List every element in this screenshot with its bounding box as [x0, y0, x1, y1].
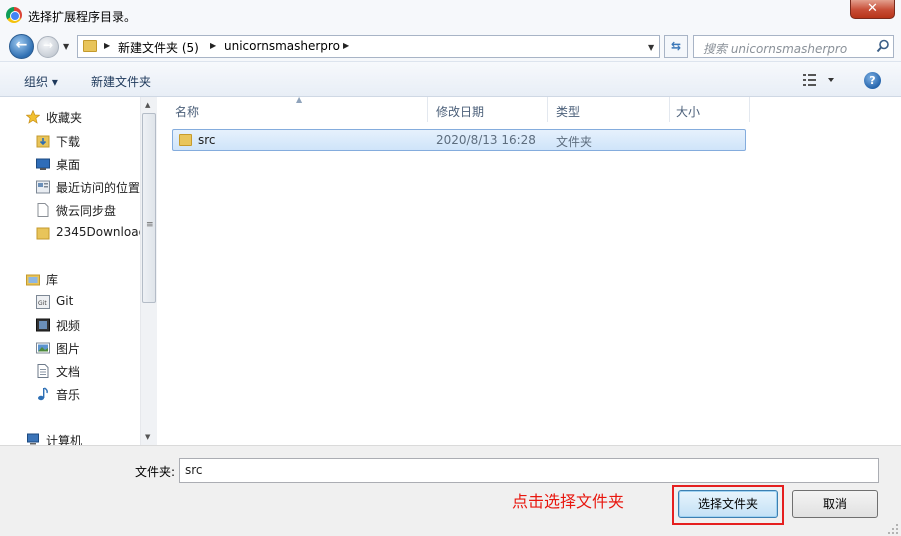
- nav-label: 音乐: [56, 388, 81, 402]
- search-input[interactable]: 搜索 unicornsmasherpro: [693, 35, 894, 58]
- nav-item-music[interactable]: 音乐: [36, 385, 140, 403]
- chrome-icon: [6, 7, 22, 23]
- command-bar: 组织 ▾ 新建文件夹 ?: [0, 61, 901, 97]
- back-arrow-icon: ←: [15, 37, 28, 53]
- nav-label: 收藏夹: [46, 111, 83, 125]
- chevron-right-icon[interactable]: ▶: [210, 41, 216, 50]
- breadcrumb-item[interactable]: unicornsmasherpro: [224, 39, 340, 53]
- cancel-button[interactable]: 取消: [792, 490, 878, 518]
- dialog-footer: 文件夹: src 点击选择文件夹 选择文件夹 取消: [0, 445, 901, 536]
- documents-library-icon: [37, 364, 49, 378]
- search-icon: [876, 39, 889, 53]
- new-folder-button[interactable]: 新建文件夹: [91, 73, 151, 90]
- recent-places-icon: [36, 180, 50, 194]
- document-icon: [37, 203, 49, 217]
- column-header-name[interactable]: 名称 ▲: [158, 95, 428, 122]
- chevron-right-icon[interactable]: ▶: [104, 41, 110, 50]
- nav-scrollbar[interactable]: ▲ ≡ ▼: [140, 97, 157, 445]
- column-label: 修改日期: [436, 105, 485, 119]
- star-icon: [26, 110, 40, 124]
- nav-label: 库: [46, 273, 59, 287]
- column-label: 名称: [175, 105, 200, 119]
- nav-label: 微云同步盘: [56, 204, 117, 218]
- download-folder-icon: [36, 135, 50, 148]
- help-icon[interactable]: ?: [864, 72, 881, 89]
- nav-favorites[interactable]: 收藏夹: [26, 108, 138, 126]
- search-placeholder: 搜索 unicornsmasherpro: [703, 42, 848, 56]
- nav-label: 桌面: [56, 158, 81, 172]
- file-type: 文件夹: [556, 135, 593, 149]
- file-list: 名称 ▲ 修改日期 类型 大小 src 2020/8/13 16:28 文件夹: [158, 95, 901, 445]
- nav-item-pictures[interactable]: 图片: [36, 339, 140, 357]
- folder-icon: [36, 227, 50, 240]
- view-options-icon[interactable]: [802, 71, 838, 89]
- nav-item-weiyun[interactable]: 微云同步盘: [36, 201, 140, 219]
- address-bar[interactable]: ▶ 新建文件夹 (5) ▶ unicornsmasherpro ▶ ▼: [77, 35, 660, 58]
- forward-button[interactable]: →: [37, 36, 59, 58]
- table-row[interactable]: src 2020/8/13 16:28 文件夹: [172, 129, 746, 151]
- library-icon: [26, 274, 40, 286]
- address-row: ← → ▼ ▶ 新建文件夹 (5) ▶ unicornsmasherpro ▶ …: [0, 31, 901, 61]
- nav-label: Git: [56, 294, 74, 308]
- nav-label: 2345Downloads: [56, 225, 140, 239]
- svg-text:Git: Git: [38, 300, 47, 307]
- nav-item-recent[interactable]: 最近访问的位置: [36, 178, 140, 196]
- refresh-icon: ⇆: [670, 39, 682, 53]
- close-button[interactable]: ✕: [850, 0, 895, 19]
- scroll-down-arrow-icon[interactable]: ▼: [145, 433, 150, 441]
- organize-menu[interactable]: 组织 ▾: [24, 73, 58, 90]
- folder-icon: [179, 134, 192, 146]
- music-library-icon: [38, 387, 48, 401]
- nav-item-documents[interactable]: 文档: [36, 362, 140, 380]
- folder-field-label: 文件夹:: [135, 465, 176, 479]
- nav-label: 文档: [56, 365, 81, 379]
- column-label: 大小: [676, 105, 701, 119]
- annotation-text: 点击选择文件夹: [512, 492, 625, 511]
- chevron-down-icon[interactable]: ▼: [648, 43, 654, 52]
- sort-ascending-icon: ▲: [296, 95, 303, 104]
- column-header-type[interactable]: 类型: [548, 97, 670, 122]
- grip-icon: ≡: [146, 220, 154, 230]
- back-button[interactable]: ←: [9, 34, 34, 59]
- file-name: src: [198, 133, 216, 147]
- nav-label: 最近访问的位置: [56, 181, 140, 195]
- scrollbar-thumb[interactable]: ≡: [142, 113, 156, 303]
- forward-arrow-icon: →: [42, 38, 54, 52]
- refresh-button[interactable]: ⇆: [664, 35, 688, 58]
- nav-label: 图片: [56, 342, 81, 356]
- scroll-up-arrow-icon[interactable]: ▲: [145, 101, 150, 109]
- column-label: 类型: [556, 105, 581, 119]
- nav-item-2345downloads[interactable]: 2345Downloads: [36, 224, 140, 242]
- nav-item-desktop[interactable]: 桌面: [36, 155, 140, 173]
- nav-libraries[interactable]: 库: [26, 270, 138, 288]
- folder-name-field[interactable]: src: [179, 458, 879, 483]
- navigation-pane: 收藏夹 下载 桌面 最近访问的位置 微云同步盘 2345Downloads 库 …: [0, 97, 157, 448]
- title-bar: 选择扩展程序目录。 ✕: [0, 0, 901, 31]
- select-folder-button[interactable]: 选择文件夹: [678, 490, 778, 518]
- file-modified: 2020/8/13 16:28: [436, 133, 536, 147]
- recent-locations-dropdown[interactable]: ▼: [63, 42, 69, 51]
- window-title: 选择扩展程序目录。: [28, 10, 137, 24]
- nav-label: 下载: [56, 135, 81, 149]
- column-header-size[interactable]: 大小: [670, 97, 750, 122]
- folder-icon: [83, 40, 97, 52]
- nav-item-videos[interactable]: 视频: [36, 316, 140, 334]
- close-icon: ✕: [867, 1, 878, 16]
- desktop-icon: [36, 158, 50, 170]
- git-library-icon: Git: [36, 295, 50, 309]
- nav-item-git[interactable]: Git Git: [36, 293, 140, 311]
- resize-grip-icon[interactable]: [885, 521, 899, 535]
- nav-item-downloads[interactable]: 下载: [36, 132, 140, 150]
- chevron-right-icon[interactable]: ▶: [343, 41, 349, 50]
- video-library-icon: [36, 318, 50, 332]
- pictures-library-icon: [36, 342, 50, 354]
- column-header-modified[interactable]: 修改日期: [428, 97, 548, 122]
- nav-label: 视频: [56, 319, 81, 333]
- breadcrumb-item[interactable]: 新建文件夹 (5): [118, 39, 199, 56]
